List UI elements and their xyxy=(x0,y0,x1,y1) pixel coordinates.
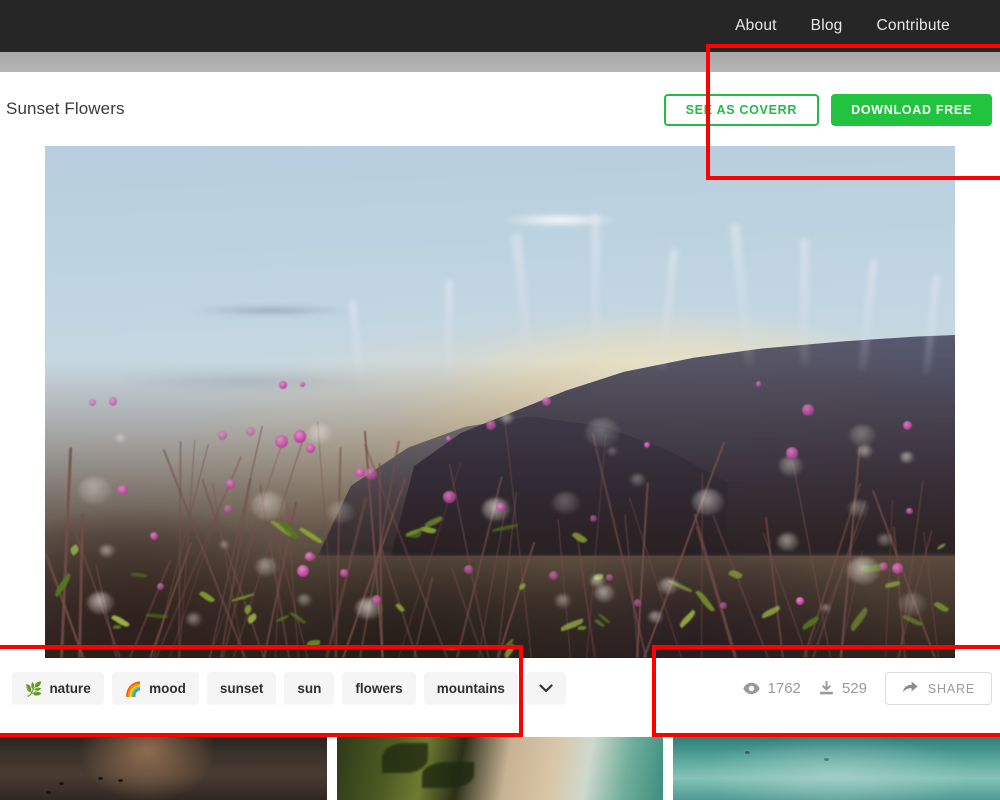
gray-divider-band xyxy=(0,52,1000,72)
tag-label: sunset xyxy=(220,681,264,696)
tag-label: mountains xyxy=(437,681,505,696)
rainbow-icon: 🌈 xyxy=(125,682,142,696)
share-label: SHARE xyxy=(928,682,975,696)
tag-label: flowers xyxy=(355,681,402,696)
nav-links: About Blog Contribute xyxy=(735,17,990,35)
tag-label: mood xyxy=(149,681,186,696)
stats-group: 1762 529 SHARE xyxy=(743,672,992,705)
nav-link-about[interactable]: About xyxy=(735,17,777,35)
share-button[interactable]: SHARE xyxy=(885,672,992,705)
downloads-count: 529 xyxy=(842,680,867,697)
action-buttons: SEE AS COVERR DOWNLOAD FREE xyxy=(664,94,992,126)
tag-mountains[interactable]: mountains xyxy=(424,672,518,705)
title-action-row: Sunset Flowers SEE AS COVERR DOWNLOAD FR… xyxy=(0,72,1000,146)
tag-list: 🌿 nature 🌈 mood sunset sun flowers mount… xyxy=(12,672,566,705)
eye-icon xyxy=(743,682,760,695)
more-tags-button[interactable] xyxy=(526,672,566,705)
related-thumbnails xyxy=(0,737,1000,800)
hero-vegetation xyxy=(45,146,955,658)
hero-image[interactable] xyxy=(45,146,955,658)
meta-bar: 🌿 nature 🌈 mood sunset sun flowers mount… xyxy=(0,658,1000,737)
share-arrow-icon xyxy=(902,680,919,697)
tag-sunset[interactable]: sunset xyxy=(207,672,277,705)
tag-sun[interactable]: sun xyxy=(284,672,334,705)
download-icon xyxy=(819,681,834,696)
views-stat: 1762 xyxy=(743,680,801,697)
page-root: About Blog Contribute Sunset Flowers SEE… xyxy=(0,0,1000,800)
herb-icon: 🌿 xyxy=(25,682,42,696)
page-title: Sunset Flowers xyxy=(6,99,125,119)
tag-label: nature xyxy=(49,681,90,696)
nav-link-contribute[interactable]: Contribute xyxy=(876,17,950,35)
thumbnail-turquoise-ocean[interactable] xyxy=(673,737,1000,800)
tag-mood[interactable]: 🌈 mood xyxy=(112,672,199,705)
thumbnail-palm-beach-aerial[interactable] xyxy=(337,737,664,800)
thumbnail-boats-at-dusk[interactable] xyxy=(0,737,327,800)
tag-flowers[interactable]: flowers xyxy=(342,672,415,705)
download-free-button[interactable]: DOWNLOAD FREE xyxy=(831,94,992,126)
top-navbar: About Blog Contribute xyxy=(0,0,1000,52)
chevron-down-icon xyxy=(539,681,553,696)
views-count: 1762 xyxy=(768,680,801,697)
tag-label: sun xyxy=(297,681,321,696)
nav-link-blog[interactable]: Blog xyxy=(811,17,843,35)
tag-nature[interactable]: 🌿 nature xyxy=(12,672,104,705)
see-as-coverr-button[interactable]: SEE AS COVERR xyxy=(664,94,819,126)
downloads-stat: 529 xyxy=(819,680,867,697)
